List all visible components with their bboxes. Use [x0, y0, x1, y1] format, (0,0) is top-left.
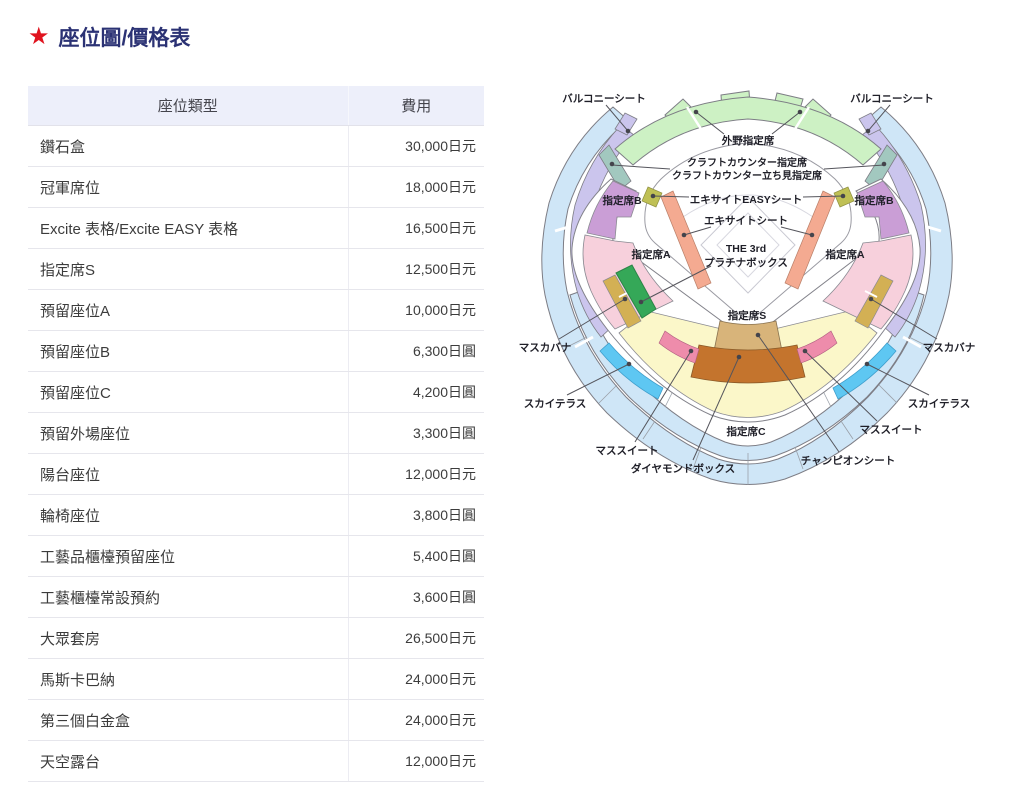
fee-cell: 12,000日元: [348, 454, 484, 495]
table-row: 第三個白金盒24,000日元: [28, 700, 484, 741]
label-craft-line2: クラフトカウンター立ち見指定席: [672, 169, 822, 182]
table-row: 冠軍席位18,000日元: [28, 167, 484, 208]
star-icon: ★: [28, 25, 50, 49]
label-masu-suite-left: マススイート: [596, 445, 659, 457]
price-table-body: 鑽石盒30,000日元冠軍席位18,000日元Excite 表格/Excite …: [28, 126, 484, 782]
table-row: 預留外場座位3,300日圓: [28, 413, 484, 454]
fee-cell: 18,000日元: [348, 167, 484, 208]
stadium-seat-map: バルコニーシート バルコニーシート 外野指定席 クラフトカウンター指定席 クラフ…: [515, 85, 1015, 485]
seat-type-header: 座位類型: [28, 86, 348, 126]
table-row: 大眾套房26,500日元: [28, 618, 484, 659]
table-row: 指定席S12,500日元: [28, 249, 484, 290]
seat-type-cell: 第三個白金盒: [28, 700, 348, 741]
fee-cell: 12,500日元: [348, 249, 484, 290]
label-reserved-a-left: 指定席A: [631, 248, 670, 261]
label-outfield: 外野指定席: [721, 134, 775, 147]
label-balcony-right: バルコニーシート: [850, 93, 934, 105]
seat-type-cell: 大眾套房: [28, 618, 348, 659]
table-row: 陽台座位12,000日元: [28, 454, 484, 495]
label-excite-easy: エキサイトEASYシート: [690, 194, 803, 206]
seat-type-cell: Excite 表格/Excite EASY 表格: [28, 208, 348, 249]
seat-type-cell: 預留座位C: [28, 372, 348, 413]
table-row: 工藝櫃檯常設預約3,600日圓: [28, 577, 484, 618]
table-row: 工藝品櫃檯預留座位5,400日圓: [28, 536, 484, 577]
price-table: 座位類型 費用 鑽石盒30,000日元冠軍席位18,000日元Excite 表格…: [28, 86, 484, 782]
table-row: 天空露台12,000日元: [28, 741, 484, 782]
page-title-text: 座位圖/價格表: [59, 22, 191, 52]
table-row: 輪椅座位3,800日圓: [28, 495, 484, 536]
seat-type-cell: 工藝櫃檯常設預約: [28, 577, 348, 618]
fee-cell: 3,600日圓: [348, 577, 484, 618]
seat-type-cell: 陽台座位: [28, 454, 348, 495]
table-row: 預留座位A10,000日元: [28, 290, 484, 331]
fee-header: 費用: [348, 86, 484, 126]
fee-cell: 6,300日圓: [348, 331, 484, 372]
label-reserved-c: 指定席C: [726, 425, 765, 438]
fee-cell: 16,500日元: [348, 208, 484, 249]
table-row: 預留座位C4,200日圓: [28, 372, 484, 413]
seat-type-cell: 預留座位A: [28, 290, 348, 331]
label-masu-cabana-right: マスカバナ: [923, 342, 976, 354]
table-row: Excite 表格/Excite EASY 表格16,500日元: [28, 208, 484, 249]
seat-type-cell: 預留外場座位: [28, 413, 348, 454]
fee-cell: 10,000日元: [348, 290, 484, 331]
table-row: 馬斯卡巴納24,000日元: [28, 659, 484, 700]
table-row: 預留座位B6,300日圓: [28, 331, 484, 372]
fee-cell: 12,000日元: [348, 741, 484, 782]
fee-cell: 24,000日元: [348, 659, 484, 700]
label-craft-line1: クラフトカウンター指定席: [687, 156, 807, 169]
seat-type-cell: 指定席S: [28, 249, 348, 290]
label-reserved-b-right: 指定席B: [854, 194, 893, 207]
seat-type-cell: 天空露台: [28, 741, 348, 782]
label-excite: エキサイトシート: [704, 215, 788, 227]
label-reserved-b-left: 指定席B: [602, 194, 641, 207]
fee-cell: 3,800日圓: [348, 495, 484, 536]
fee-cell: 5,400日圓: [348, 536, 484, 577]
page-title: ★ 座位圖/價格表: [28, 22, 190, 52]
label-champion-seat: チャンピオンシート: [801, 455, 895, 467]
label-the3rd-line2: プラチナボックス: [704, 256, 788, 269]
table-row: 鑽石盒30,000日元: [28, 126, 484, 167]
fee-cell: 3,300日圓: [348, 413, 484, 454]
label-masu-suite-right: マススイート: [860, 424, 923, 436]
label-balcony-left: バルコニーシート: [562, 93, 646, 105]
fee-cell: 24,000日元: [348, 700, 484, 741]
label-sky-terrace-left: スカイテラス: [524, 398, 587, 410]
label-reserved-a-right: 指定席A: [825, 248, 864, 261]
table-header-row: 座位類型 費用: [28, 86, 484, 126]
label-the3rd-line1: THE 3rd: [726, 243, 766, 255]
fee-cell: 26,500日元: [348, 618, 484, 659]
diamond-box-region: [691, 345, 805, 383]
seat-type-cell: 輪椅座位: [28, 495, 348, 536]
seat-type-cell: 工藝品櫃檯預留座位: [28, 536, 348, 577]
seat-type-cell: 馬斯卡巴納: [28, 659, 348, 700]
label-diamond-box: ダイヤモンドボックス: [631, 462, 735, 475]
seat-type-cell: 鑽石盒: [28, 126, 348, 167]
seat-type-cell: 預留座位B: [28, 331, 348, 372]
fee-cell: 30,000日元: [348, 126, 484, 167]
label-masu-cabana-left: マスカバナ: [519, 342, 572, 354]
seat-type-cell: 冠軍席位: [28, 167, 348, 208]
fee-cell: 4,200日圓: [348, 372, 484, 413]
label-sky-terrace-right: スカイテラス: [908, 398, 971, 410]
label-reserved-s: 指定席S: [728, 309, 767, 322]
